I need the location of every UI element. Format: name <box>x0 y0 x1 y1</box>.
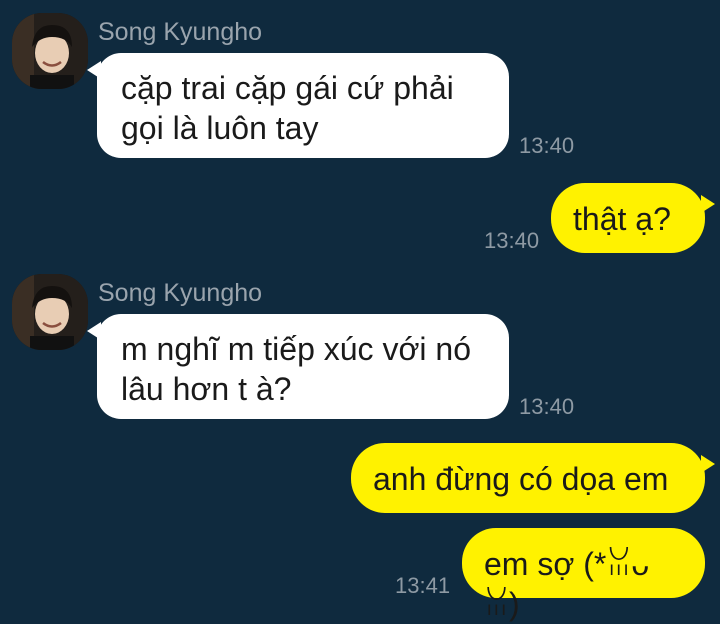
avatar[interactable] <box>12 13 88 89</box>
incoming-message-bubble[interactable]: cặp trai cặp gái cứ phải gọi là luôn tay <box>87 53 509 158</box>
sender-name: Song Kyungho <box>98 18 263 46</box>
avatar-photo-icon <box>12 274 88 350</box>
outgoing-message-bubble[interactable]: anh đừng có dọa em <box>351 443 715 513</box>
outgoing-message-bubble[interactable]: thật ạ? <box>551 183 715 253</box>
incoming-message-bubble[interactable]: m nghĩ m tiếp xúc với nó lâu hơn t à? <box>87 314 509 419</box>
sender-name: Song Kyungho <box>98 279 263 307</box>
message-timestamp: 13:40 <box>519 133 575 158</box>
message-timestamp: 13:40 <box>484 228 540 253</box>
message-timestamp: 13:41 <box>395 573 451 598</box>
message-timestamp: 13:40 <box>519 394 575 419</box>
avatar[interactable] <box>12 274 88 350</box>
avatar-photo-icon <box>12 13 88 89</box>
outgoing-message-bubble[interactable]: em sợ (*ꈍᴗꈍ) <box>462 528 705 622</box>
